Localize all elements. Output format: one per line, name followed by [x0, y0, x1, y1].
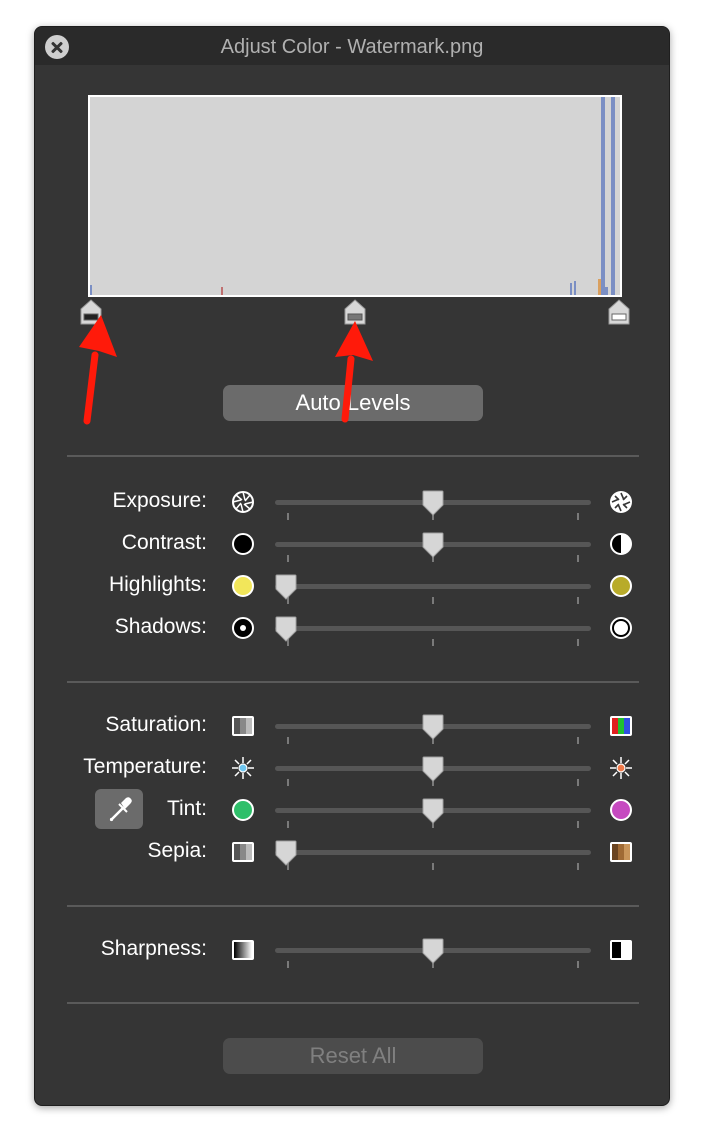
- slider-tick: [577, 555, 580, 562]
- slider-tick: [432, 597, 434, 604]
- reset-all-button[interactable]: Reset All: [223, 1038, 483, 1074]
- slider-tick: [286, 555, 289, 562]
- saturation-low-icon: [232, 716, 254, 736]
- temperature-slider[interactable]: [275, 749, 591, 789]
- tint-green-icon: [232, 799, 254, 821]
- slider-tick: [286, 737, 289, 744]
- slider-track[interactable]: [275, 850, 591, 855]
- slider-tick: [286, 779, 289, 786]
- highlights-low-icon: [232, 575, 254, 597]
- contrast-high-icon: [610, 533, 632, 555]
- histogram-bar: [601, 97, 605, 295]
- histogram-bar: [570, 283, 572, 295]
- slider-tick: [577, 863, 580, 870]
- slider-tick: [577, 779, 580, 786]
- saturation-high-icon: [610, 716, 632, 736]
- separator: [67, 455, 639, 457]
- histogram-bar: [611, 97, 615, 295]
- slider-thumb[interactable]: [275, 574, 297, 600]
- slider-thumb[interactable]: [422, 714, 444, 740]
- slider-thumb[interactable]: [275, 616, 297, 642]
- histogram-bar: [574, 281, 576, 295]
- sharpness-low-icon: [232, 940, 254, 960]
- sharpness-high-icon: [610, 940, 632, 960]
- slider-tick: [286, 821, 289, 828]
- sharpness-label: Sharpness:: [100, 937, 207, 960]
- shadows-slider[interactable]: [275, 609, 591, 649]
- highlights-label: Highlights:: [108, 573, 207, 596]
- slider-tick: [577, 597, 580, 604]
- saturation-label: Saturation:: [105, 713, 207, 736]
- exposure-slider[interactable]: [275, 483, 591, 523]
- tint-row: Tint:: [35, 791, 669, 831]
- highlights-high-icon: [610, 575, 632, 597]
- aperture-open-icon: [610, 491, 632, 513]
- slider-thumb[interactable]: [422, 532, 444, 558]
- contrast-slider[interactable]: [275, 525, 591, 565]
- slider-tick: [432, 863, 434, 870]
- separator: [67, 905, 639, 907]
- shadows-high-icon: [610, 617, 632, 639]
- window-title: Adjust Color - Watermark.png: [220, 36, 484, 58]
- slider-track[interactable]: [275, 626, 591, 631]
- annotation-arrow-icon: [79, 315, 117, 425]
- slider-tick: [577, 737, 580, 744]
- slider-tick: [432, 639, 434, 646]
- tint-label: Tint:: [166, 797, 207, 820]
- histogram-bar: [605, 287, 608, 295]
- histogram: [88, 95, 622, 297]
- histogram-bar: [221, 287, 223, 295]
- annotation-arrow-icon: [335, 321, 373, 423]
- sepia-label: Sepia:: [147, 839, 207, 862]
- histogram-plot: [90, 97, 615, 295]
- tint-slider[interactable]: [275, 791, 591, 831]
- highlights-slider[interactable]: [275, 567, 591, 607]
- slider-track[interactable]: [275, 584, 591, 589]
- cool-temperature-icon: [232, 757, 254, 779]
- histogram-bar: [598, 279, 601, 295]
- title-bar: Adjust Color - Watermark.png: [35, 27, 669, 65]
- slider-tick: [286, 961, 289, 968]
- highlights-row: Highlights:: [35, 567, 669, 607]
- exposure-label: Exposure:: [112, 489, 207, 512]
- shadows-low-icon: [232, 617, 254, 639]
- slider-thumb[interactable]: [422, 756, 444, 782]
- slider-tick: [577, 639, 580, 646]
- slider-thumb[interactable]: [275, 840, 297, 866]
- sepia-row: Sepia:: [35, 833, 669, 873]
- separator: [67, 1002, 639, 1004]
- slider-thumb[interactable]: [422, 798, 444, 824]
- separator: [67, 681, 639, 683]
- warm-temperature-icon: [610, 757, 632, 779]
- slider-thumb[interactable]: [422, 490, 444, 516]
- tint-magenta-icon: [610, 799, 632, 821]
- sepia-low-icon: [232, 842, 254, 862]
- shadows-label: Shadows:: [114, 615, 207, 638]
- contrast-low-icon: [232, 533, 254, 555]
- contrast-row: Contrast:: [35, 525, 669, 565]
- aperture-closed-icon: [232, 491, 254, 513]
- saturation-row: Saturation:: [35, 707, 669, 747]
- exposure-row: Exposure:: [35, 483, 669, 523]
- shadows-row: Shadows:: [35, 609, 669, 649]
- saturation-slider[interactable]: [275, 707, 591, 747]
- contrast-label: Contrast:: [121, 531, 207, 554]
- slider-thumb[interactable]: [422, 938, 444, 964]
- temperature-label: Temperature:: [83, 755, 207, 778]
- temperature-row: Temperature:: [35, 749, 669, 789]
- adjust-color-window: Adjust Color - Watermark.png Auto Levels: [34, 26, 670, 1106]
- slider-tick: [577, 961, 580, 968]
- histogram-bar: [90, 285, 92, 295]
- slider-tick: [286, 513, 289, 520]
- slider-tick: [577, 821, 580, 828]
- sepia-slider[interactable]: [275, 833, 591, 873]
- slider-tick: [577, 513, 580, 520]
- sepia-high-icon: [610, 842, 632, 862]
- white-point-marker[interactable]: [608, 299, 630, 325]
- sharpness-row: Sharpness:: [35, 931, 669, 971]
- sharpness-slider[interactable]: [275, 931, 591, 971]
